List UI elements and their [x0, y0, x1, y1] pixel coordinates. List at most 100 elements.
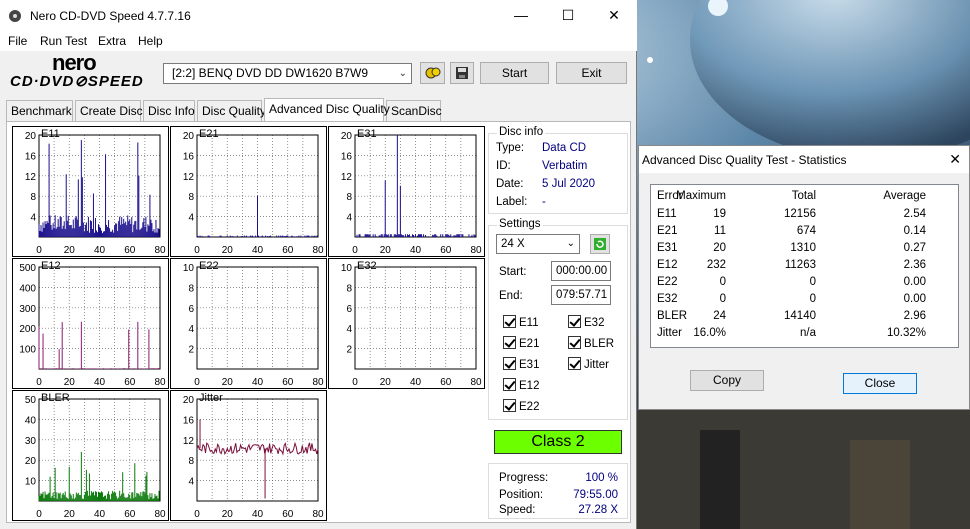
copy-button[interactable]: Copy: [690, 370, 764, 391]
close-dialog-button[interactable]: Close: [843, 373, 917, 394]
disc-label-label: Label:: [496, 196, 528, 208]
y-tick-label: 8: [188, 192, 194, 203]
tab-disc-quality[interactable]: Disc Quality: [197, 100, 266, 121]
x-tick-label: 80: [470, 245, 482, 256]
refresh-speed-button[interactable]: [590, 234, 610, 254]
y-tick-label: 200: [19, 324, 36, 335]
progress-label: Progress:: [499, 472, 549, 484]
settings-title: Settings: [497, 218, 543, 230]
save-button[interactable]: [450, 62, 474, 84]
table-row: Jitter 16.0% n/a 10.32%: [653, 326, 956, 343]
table-cell: 16.0%: [693, 327, 726, 339]
checkbox-e11[interactable]: E11: [503, 315, 539, 329]
y-tick-label: 16: [183, 415, 195, 426]
tab-advanced-disc-quality[interactable]: Advanced Disc Quality: [264, 98, 390, 121]
y-tick-label: 40: [25, 415, 37, 426]
y-tick-label: 8: [30, 192, 36, 203]
end-label: End:: [499, 290, 523, 302]
x-tick-label: 0: [194, 377, 200, 388]
statistics-title-bar: Advanced Disc Quality Test - Statistics …: [639, 146, 969, 173]
table-row: BLER 24 14140 2.96: [653, 309, 956, 326]
disc-id-label: ID:: [496, 160, 511, 172]
title-bar: Nero CD-DVD Speed 4.7.7.16 — ☐ ✕: [0, 0, 637, 31]
checkbox-bler[interactable]: BLER: [568, 336, 614, 350]
close-button[interactable]: ✕: [591, 0, 637, 31]
y-tick-label: 16: [183, 151, 195, 162]
table-header: Error Maximum Total Average: [657, 190, 926, 202]
checkbox-e12[interactable]: E12: [503, 378, 539, 392]
x-tick-label: 40: [252, 509, 264, 520]
start-button[interactable]: Start: [480, 62, 549, 84]
exit-button[interactable]: Exit: [556, 62, 627, 84]
table-cell: 11: [714, 225, 726, 237]
tab-scandisc[interactable]: ScanDisc: [386, 100, 442, 121]
y-tick-label: 4: [188, 324, 194, 335]
x-tick-label: 20: [222, 509, 234, 520]
speed-label: Speed:: [499, 504, 536, 516]
nero-main-window: Nero CD-DVD Speed 4.7.7.16 — ☐ ✕ File Ru…: [0, 0, 637, 529]
start-time-input[interactable]: 000:00.00: [551, 261, 611, 281]
y-tick-label: 100: [19, 345, 36, 356]
y-tick-label: 2: [188, 345, 194, 356]
y-tick-label: 20: [341, 131, 353, 142]
menu-extra[interactable]: Extra: [98, 34, 126, 48]
tab-benchmark[interactable]: Benchmark: [6, 100, 73, 121]
checkbox-e22[interactable]: E22: [503, 399, 539, 413]
y-tick-label: 20: [25, 131, 37, 142]
y-tick-label: 4: [346, 324, 352, 335]
y-tick-label: 20: [183, 395, 195, 406]
start-label: Start:: [499, 266, 527, 278]
table-cell: 2.96: [903, 310, 926, 322]
chart-jitter: Jitter 20 16 12 8 4 0 20 40 60 80: [170, 390, 327, 521]
x-tick-label: 20: [380, 377, 392, 388]
minimize-button[interactable]: —: [498, 0, 544, 31]
end-time-input[interactable]: 079:57.71: [551, 285, 611, 305]
tab-disc-info[interactable]: Disc Info: [143, 100, 195, 121]
checkbox-jitter[interactable]: Jitter: [568, 357, 609, 371]
y-tick-label: 8: [346, 192, 352, 203]
statistics-dialog: Advanced Disc Quality Test - Statistics …: [638, 145, 970, 410]
checkbox-e32[interactable]: E32: [568, 315, 604, 329]
table-cell: 0.00: [903, 276, 926, 288]
y-tick-label: 4: [30, 213, 36, 224]
x-tick-label: 20: [222, 377, 234, 388]
chart-title: E31: [357, 128, 377, 140]
chart-e32: E32 10 8 6 4 2 0 20 40 60 80: [328, 258, 485, 389]
x-tick-label: 60: [282, 245, 294, 256]
x-tick-label: 20: [380, 245, 392, 256]
statistics-close-icon[interactable]: ✕: [949, 151, 961, 168]
speed-value: 27.28 X: [578, 504, 618, 516]
table-row: E21 11 674 0.14: [653, 224, 956, 241]
disc-info-title: Disc info: [497, 126, 546, 138]
chart-title: E22: [199, 260, 219, 272]
drive-select[interactable]: [2:2] BENQ DVD DD DW1620 B7W9 ⌄: [163, 63, 412, 84]
y-tick-label: 8: [188, 456, 194, 467]
speed-select[interactable]: 24 X ⌄: [496, 234, 580, 254]
menu-help[interactable]: Help: [138, 34, 163, 48]
table-row: E32 0 0 0.00: [653, 292, 956, 309]
maximize-button[interactable]: ☐: [545, 0, 591, 31]
y-tick-label: 400: [19, 283, 36, 294]
x-tick-label: 40: [252, 245, 264, 256]
table-cell: 19: [713, 208, 726, 220]
disc-label-value: -: [542, 196, 546, 208]
menu-run-test[interactable]: Run Test: [40, 34, 87, 48]
table-cell: 10.32%: [886, 327, 926, 339]
drive-eject-button[interactable]: [420, 62, 445, 84]
menu-file[interactable]: File: [8, 34, 27, 48]
checkbox-e21[interactable]: E21: [503, 336, 539, 350]
x-tick-label: 60: [440, 245, 452, 256]
window-title: Nero CD-DVD Speed 4.7.7.16: [30, 9, 191, 23]
position-value: 79:55.00: [573, 489, 618, 501]
table-cell: 1310: [790, 242, 816, 254]
x-tick-label: 60: [124, 509, 136, 520]
table-cell: 12156: [784, 208, 816, 220]
y-tick-label: 8: [346, 283, 352, 294]
checkbox-e31[interactable]: E31: [503, 357, 539, 371]
table-row: E11 19 12156 2.54: [653, 207, 956, 224]
tab-create-disc[interactable]: Create Disc: [75, 100, 143, 121]
x-tick-label: 40: [94, 245, 106, 256]
table-cell: 0.00: [903, 293, 926, 305]
table-cell: 0.14: [903, 225, 926, 237]
table-cell: 232: [706, 259, 726, 271]
